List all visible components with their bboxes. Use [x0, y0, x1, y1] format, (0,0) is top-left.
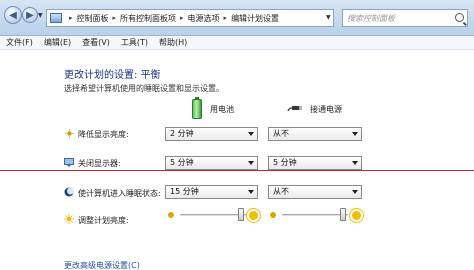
dim-brightness-icon	[65, 129, 74, 138]
select-value: 2 分钟	[170, 129, 194, 138]
breadcrumb-separator-icon[interactable]: ▸	[180, 14, 184, 22]
chevron-down-icon	[352, 161, 358, 165]
monitor-icon	[64, 158, 74, 167]
search-placeholder: 搜索控制面板	[347, 13, 395, 23]
search-input[interactable]: 搜索控制面板	[342, 9, 468, 27]
menu-tools[interactable]: 工具(T)	[121, 37, 148, 48]
recent-pages-dropdown-icon[interactable]: ▼	[38, 12, 43, 19]
select-value: 5 分钟	[273, 158, 297, 167]
chevron-down-icon	[352, 190, 358, 194]
plugged-brightness-slider-thumb[interactable]	[339, 208, 346, 221]
chevron-down-icon	[248, 132, 254, 136]
chevron-down-icon	[352, 132, 358, 136]
breadcrumb-separator-icon[interactable]: ▸	[113, 14, 117, 22]
breadcrumb-separator-icon[interactable]: ▸	[69, 14, 73, 22]
dim-display-label: 降低显示亮度:	[78, 130, 129, 139]
sleep-battery-select[interactable]: 15 分钟	[165, 185, 258, 199]
advanced-power-settings-link[interactable]: 更改高级电源设置(C)	[64, 260, 140, 270]
sleep-plugged-select[interactable]: 从不	[268, 185, 362, 199]
sleep-moon-icon	[64, 187, 74, 197]
chevron-down-icon	[248, 190, 254, 194]
annotation-line	[0, 170, 474, 171]
select-value: 15 分钟	[170, 187, 199, 196]
back-button[interactable]: ◀	[4, 6, 22, 24]
power-plug-icon	[287, 106, 302, 112]
menu-bar: 文件(F) 编辑(E) 查看(V) 工具(T) 帮助(H)	[0, 36, 474, 50]
brightness-sun-icon	[64, 214, 74, 224]
breadcrumb-power-options[interactable]: 电源选项	[188, 13, 220, 24]
turn-off-display-battery-select[interactable]: 5 分钟	[165, 156, 258, 170]
plan-brightness-label: 调整计划亮度:	[78, 216, 129, 225]
address-bar-area: ◀ ▶ ▼ ▸ 控制面板 ▸ 所有控制面板项 ▸ 电源选项 ▸ 编辑计划设置 ▼…	[0, 0, 474, 36]
forward-button[interactable]: ▶	[22, 7, 38, 23]
breadcrumb-all-items[interactable]: 所有控制面板项	[120, 13, 176, 24]
brightness-low-icon	[270, 212, 276, 218]
chevron-down-icon	[248, 161, 254, 165]
window: ◀ ▶ ▼ ▸ 控制面板 ▸ 所有控制面板项 ▸ 电源选项 ▸ 编辑计划设置 ▼…	[0, 0, 474, 270]
plugged-brightness-track[interactable]	[282, 214, 348, 216]
dim-display-battery-select[interactable]: 2 分钟	[165, 127, 258, 141]
control-panel-icon	[50, 13, 62, 23]
brightness-high-icon	[352, 211, 361, 220]
battery-icon	[192, 97, 202, 119]
turn-off-display-plugged-select[interactable]: 5 分钟	[268, 156, 362, 170]
column-plugged-label: 接通电源	[310, 105, 342, 114]
breadcrumb-control-panel[interactable]: 控制面板	[77, 13, 109, 24]
select-value: 5 分钟	[170, 158, 194, 167]
dim-display-plugged-select[interactable]: 从不	[268, 127, 362, 141]
battery-brightness-track[interactable]	[180, 214, 246, 216]
sleep-label: 使计算机进入睡眠状态:	[78, 189, 161, 198]
turn-off-display-label: 关闭显示器:	[78, 159, 121, 168]
search-icon[interactable]	[455, 13, 464, 22]
breadcrumb-separator-icon[interactable]: ▸	[224, 14, 228, 22]
battery-brightness-slider-thumb[interactable]	[237, 208, 244, 221]
menu-view[interactable]: 查看(V)	[82, 37, 110, 48]
menu-edit[interactable]: 编辑(E)	[44, 37, 71, 48]
breadcrumb-edit-plan[interactable]: 编辑计划设置	[231, 13, 279, 24]
menu-help[interactable]: 帮助(H)	[159, 37, 187, 48]
brightness-low-icon	[168, 212, 174, 218]
address-dropdown-icon[interactable]: ▼	[326, 10, 334, 26]
select-value: 从不	[273, 187, 289, 196]
column-battery-label: 用电池	[210, 105, 234, 114]
page-subtitle: 选择希望计算机使用的睡眠设置和显示设置。	[64, 84, 224, 93]
page-title: 更改计划的设置: 平衡	[64, 70, 161, 81]
select-value: 从不	[273, 129, 289, 138]
brightness-high-icon	[249, 211, 258, 220]
menu-file[interactable]: 文件(F)	[6, 37, 33, 48]
address-bar[interactable]: ▸ 控制面板 ▸ 所有控制面板项 ▸ 电源选项 ▸ 编辑计划设置	[46, 9, 334, 27]
